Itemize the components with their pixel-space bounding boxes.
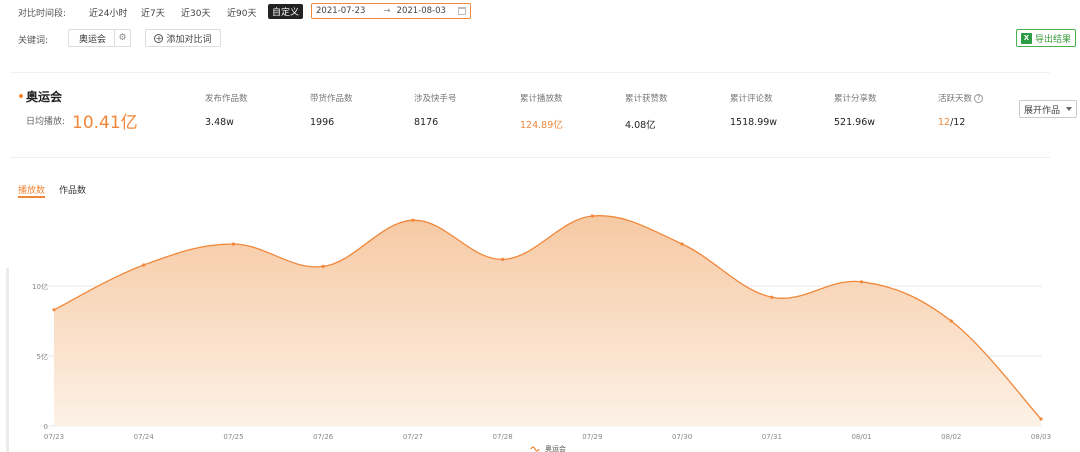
data-point[interactable] xyxy=(949,319,953,323)
data-point[interactable] xyxy=(142,263,146,267)
data-point[interactable] xyxy=(411,218,415,222)
data-point[interactable] xyxy=(321,264,325,268)
x-tick-label: 07/30 xyxy=(672,433,692,441)
data-point[interactable] xyxy=(501,257,505,261)
x-tick-label: 08/01 xyxy=(851,433,871,441)
x-tick-label: 07/29 xyxy=(582,433,602,441)
x-tick-label: 07/28 xyxy=(493,433,513,441)
y-tick-label: 10亿 xyxy=(32,282,48,291)
x-tick-label: 07/23 xyxy=(44,433,64,441)
data-point[interactable] xyxy=(770,295,774,299)
x-tick-label: 07/31 xyxy=(762,433,782,441)
x-tick-label: 07/27 xyxy=(403,433,423,441)
play-count-chart: 07/23 07/24 07/25 07/26 07/27 07/28 07/29 07/30… xyxy=(32,214,1051,452)
x-tick-label: 07/26 xyxy=(313,433,334,441)
data-point[interactable] xyxy=(52,308,56,312)
legend-line-icon xyxy=(530,446,540,452)
x-tick-label: 07/24 xyxy=(134,433,155,441)
x-tick-label: 08/02 xyxy=(941,433,961,441)
data-point[interactable] xyxy=(590,214,594,218)
x-tick-label: 08/03 xyxy=(1031,433,1051,441)
legend-label: 奥运会 xyxy=(545,444,566,452)
data-point[interactable] xyxy=(680,242,684,246)
y-tick-label: 0 xyxy=(44,423,48,431)
data-point[interactable] xyxy=(859,280,864,284)
y-tick-label: 5亿 xyxy=(37,352,48,361)
data-point[interactable] xyxy=(1039,417,1043,421)
data-point[interactable] xyxy=(231,242,236,246)
x-tick-label: 07/25 xyxy=(223,433,243,441)
